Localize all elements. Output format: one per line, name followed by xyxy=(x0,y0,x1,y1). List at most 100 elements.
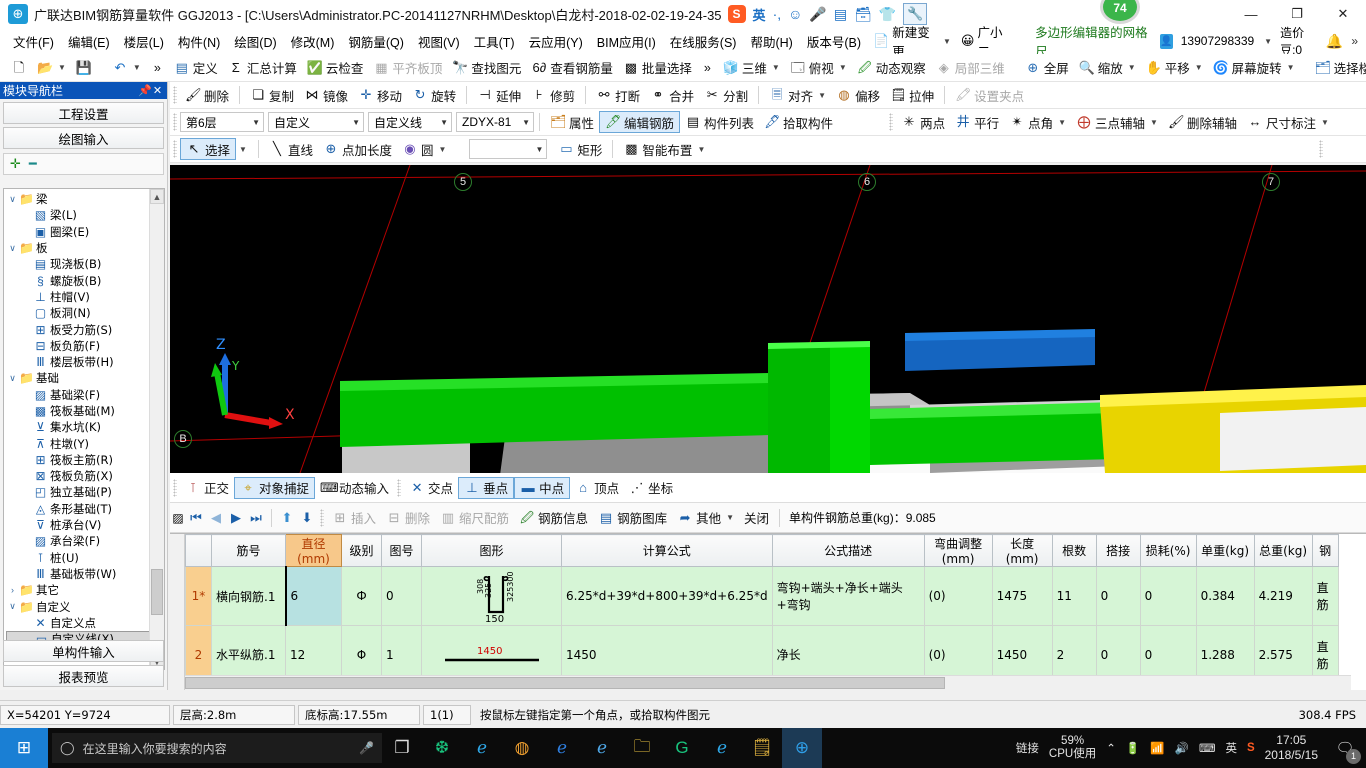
vertex-snap-toggle[interactable]: ⌂ 顶点 xyxy=(570,477,624,499)
extend-button[interactable]: ⊣ 延伸 xyxy=(472,84,526,106)
snapbar-grip2[interactable] xyxy=(397,478,402,497)
offset-button[interactable]: ◍ 偏移 xyxy=(831,84,885,106)
note-icon[interactable]: 🗒 xyxy=(742,728,782,768)
toolbar-grip[interactable] xyxy=(173,86,177,104)
category-select[interactable]: 自定义 ▼ xyxy=(268,112,364,132)
diameter-cell[interactable]: 6 xyxy=(284,566,342,626)
screen-rotate-chevron-down-icon[interactable]: ▼ xyxy=(1287,63,1295,72)
volume-icon[interactable]: 🔊 xyxy=(1175,741,1189,755)
3d-viewport[interactable]: Z X Y 5 6 7 B xyxy=(170,165,1366,473)
zoom-button[interactable]: 🔍 缩放 ▼ xyxy=(1074,57,1141,79)
axis-marker-5[interactable]: 5 xyxy=(454,173,472,191)
summary-calc-button[interactable]: Σ 汇总计算 xyxy=(223,57,302,79)
length-cell[interactable]: 1475 xyxy=(991,566,1053,626)
tree-expand-toggle[interactable]: ∨ xyxy=(6,243,19,254)
trim-button[interactable]: ⊦ 修剪 xyxy=(526,84,580,106)
point-angle-chevron-down-icon[interactable]: ▼ xyxy=(1058,118,1066,127)
rebar-info-button[interactable]: 🖉 钢筋信息 xyxy=(514,507,593,529)
axis-marker-7[interactable]: 7 xyxy=(1262,173,1280,191)
tree-item-5[interactable]: § 螺旋板(B) xyxy=(6,272,164,288)
toolbar-grip[interactable] xyxy=(173,140,177,158)
tree-item-9[interactable]: ⊟ 板负筋(F) xyxy=(6,338,164,354)
task-view-icon[interactable]: ❐ xyxy=(382,728,422,768)
mirror-button[interactable]: ⋈ 镜像 xyxy=(299,84,353,106)
component-list-button[interactable]: ▤ 构件列表 xyxy=(680,111,759,133)
view-3d-button[interactable]: 🧊 三维 ▼ xyxy=(718,57,785,79)
grade-cell[interactable]: Ф xyxy=(341,566,382,626)
select-tool-button[interactable]: ↖ 选择 xyxy=(180,138,237,160)
edit-rebar-button[interactable]: 🖊 编辑钢筋 xyxy=(599,111,681,133)
new-file-button[interactable]: 🗋 xyxy=(6,57,32,79)
battery-icon[interactable]: 🔋 xyxy=(1126,741,1140,755)
tree-item-10[interactable]: Ⅲ 楼层板带(H) xyxy=(6,354,164,370)
collapse-all-icon[interactable]: ━ xyxy=(29,156,37,172)
scroll-up-icon[interactable]: ▲ xyxy=(150,189,164,204)
break-button[interactable]: ⚯ 打断 xyxy=(591,84,645,106)
cortana-icon[interactable]: ❆ xyxy=(422,728,462,768)
tree-item-19[interactable]: ◬ 条形基础(T) xyxy=(6,501,164,517)
table-header-8[interactable]: 长度(mm) xyxy=(991,534,1053,567)
first-record-icon[interactable]: ⏮ xyxy=(186,510,206,526)
lap-cell[interactable]: 0 xyxy=(1095,566,1141,626)
formula-desc-cell[interactable]: 弯钩+端头+净长+端头+弯钩 xyxy=(771,566,925,626)
intersection-snap-toggle[interactable]: ✕ 交点 xyxy=(404,477,458,499)
row-number-cell[interactable]: 1* xyxy=(185,566,212,626)
table-header-9[interactable]: 根数 xyxy=(1051,534,1097,567)
skin-icon[interactable]: 🗃 xyxy=(854,7,872,21)
menu-floor[interactable]: 楼层(L) xyxy=(117,30,171,53)
tree-item-13[interactable]: ▩ 筏板基础(M) xyxy=(6,403,164,419)
three-point-axis-button[interactable]: ⨁ 三点辅轴 ▼ xyxy=(1071,111,1163,133)
table-header-0[interactable]: 筋号 xyxy=(211,534,286,567)
rectangle-tool-button[interactable]: ▭ 矩形 xyxy=(553,138,607,160)
tree-item-15[interactable]: ⊼ 柱墩(Y) xyxy=(6,435,164,451)
table-hscroll-thumb[interactable] xyxy=(185,677,945,689)
toolbar-grip[interactable] xyxy=(889,113,894,131)
undo-button[interactable]: ↶ ▼ xyxy=(107,57,146,79)
object-snap-toggle[interactable]: ⌖ 对象捕捉 xyxy=(234,476,316,499)
scroll-thumb[interactable] xyxy=(151,569,163,615)
mic-icon[interactable]: 🎤 xyxy=(809,7,826,21)
merge-button[interactable]: ⚭ 合并 xyxy=(645,84,699,106)
snapbar-grip[interactable] xyxy=(173,478,177,497)
midpoint-snap-toggle[interactable]: ▬ 中点 xyxy=(514,476,571,499)
menu-tools[interactable]: 工具(T) xyxy=(467,30,522,53)
loss-cell[interactable]: 0 xyxy=(1139,566,1197,626)
ime-lang-icon[interactable]: 英 xyxy=(753,5,766,24)
find-element-button[interactable]: 🔭 查找图元 xyxy=(447,57,526,79)
menu-bim[interactable]: BIM应用(I) xyxy=(590,30,663,53)
tree-scrollbar[interactable]: ▲ ▼ xyxy=(149,189,164,669)
dynamic-input-toggle[interactable]: ⌨ 动态输入 xyxy=(315,477,394,499)
draw-extra-select[interactable]: ▼ xyxy=(469,139,548,159)
chrome-icon[interactable]: ◍ xyxy=(502,728,542,768)
folder-icon[interactable]: 🗀 xyxy=(622,728,662,768)
tree-item-25[interactable]: ∨ 📁 自定义 xyxy=(6,598,164,614)
table-header-6[interactable]: 公式描述 xyxy=(771,534,925,567)
sogou-icon[interactable]: S xyxy=(727,5,746,23)
batch-select-button[interactable]: ▩ 批量选择 xyxy=(618,57,697,79)
line-tool-button[interactable]: ╲ 直线 xyxy=(264,138,318,160)
view-3d-chevron-down-icon[interactable]: ▼ xyxy=(772,63,780,72)
start-icon[interactable]: ⊞ xyxy=(0,728,48,768)
tree-item-7[interactable]: ▢ 板洞(N) xyxy=(6,305,164,321)
coordinate-snap-toggle[interactable]: ⋰ 坐标 xyxy=(624,477,678,499)
tree-item-0[interactable]: ∨ 📁 梁 xyxy=(6,191,164,207)
tree-item-8[interactable]: ⊞ 板受力筋(S) xyxy=(6,321,164,337)
keyboard-icon[interactable]: ⌨ xyxy=(1199,741,1216,755)
shirt-icon[interactable]: 👕 xyxy=(879,7,896,21)
table-header-12[interactable]: 单重(kg) xyxy=(1195,534,1255,567)
figure-no-cell[interactable]: 0 xyxy=(381,566,422,626)
axis-marker-B[interactable]: B xyxy=(174,430,192,448)
table-hscrollbar[interactable] xyxy=(185,675,1351,690)
menubar-overflow-icon[interactable]: » xyxy=(1351,34,1358,48)
ime-lang-icon[interactable]: 英 xyxy=(1225,740,1237,756)
tree-item-6[interactable]: ⊥ 柱帽(V) xyxy=(6,289,164,305)
pin-icon[interactable]: 📌 xyxy=(138,84,152,97)
dimension-chevron-down-icon[interactable]: ▼ xyxy=(1321,118,1329,127)
shape-cell[interactable]: 308 325 325300 150 xyxy=(421,566,562,626)
search-input[interactable]: ◯ 在这里输入你要搜索的内容 🎤 xyxy=(52,733,382,763)
tree-item-21[interactable]: ▨ 承台梁(F) xyxy=(6,533,164,549)
menu-component[interactable]: 构件(N) xyxy=(171,30,227,53)
drawing-input-button[interactable]: 绘图输入 xyxy=(3,127,164,149)
pan-chevron-down-icon[interactable]: ▼ xyxy=(1195,63,1203,72)
table-header-3[interactable]: 图号 xyxy=(381,534,422,567)
